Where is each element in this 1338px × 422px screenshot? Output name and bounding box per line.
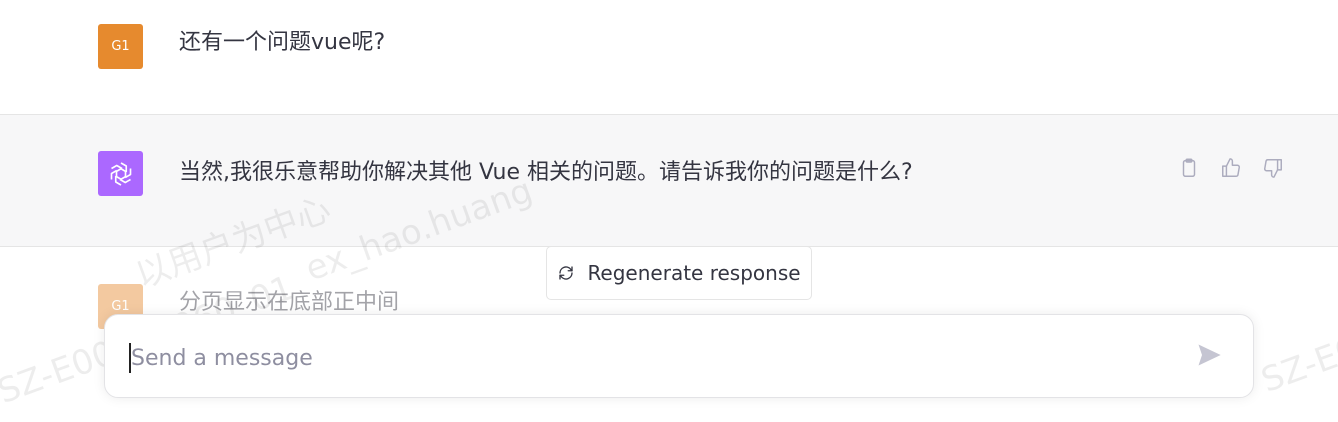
send-button[interactable] xyxy=(1195,341,1223,369)
thumbs-up-icon xyxy=(1222,158,1240,177)
user-avatar: G1 xyxy=(98,24,143,69)
message-input[interactable] xyxy=(129,337,1183,379)
thumbs-up-button[interactable] xyxy=(1218,155,1244,181)
regenerate-response-button[interactable]: Regenerate response xyxy=(546,246,812,300)
avatar-label: G1 xyxy=(111,39,130,54)
user-message-text: 还有一个问题vue呢? xyxy=(179,30,386,55)
regenerate-label: Regenerate response xyxy=(587,261,801,285)
assistant-message-text: 当然,我很乐意帮助你解决其他 Vue 相关的问题。请告诉我你的问题是什么? xyxy=(179,160,913,185)
chatgpt-avatar xyxy=(98,151,143,196)
message-actions xyxy=(1176,155,1286,181)
send-icon xyxy=(1198,344,1221,366)
avatar-label: G1 xyxy=(111,299,130,314)
user-message-row: G1 还有一个问题vue呢? xyxy=(0,0,1338,114)
thumbs-down-icon xyxy=(1264,159,1282,178)
assistant-message-row: 当然,我很乐意帮助你解决其他 Vue 相关的问题。请告诉我你的问题是什么? xyxy=(0,114,1338,247)
clipboard-icon xyxy=(1182,158,1196,177)
thumbs-down-button[interactable] xyxy=(1260,155,1286,181)
refresh-icon xyxy=(559,266,574,280)
openai-logo-icon xyxy=(110,161,131,186)
copy-button[interactable] xyxy=(1176,155,1202,181)
message-composer xyxy=(104,314,1254,398)
